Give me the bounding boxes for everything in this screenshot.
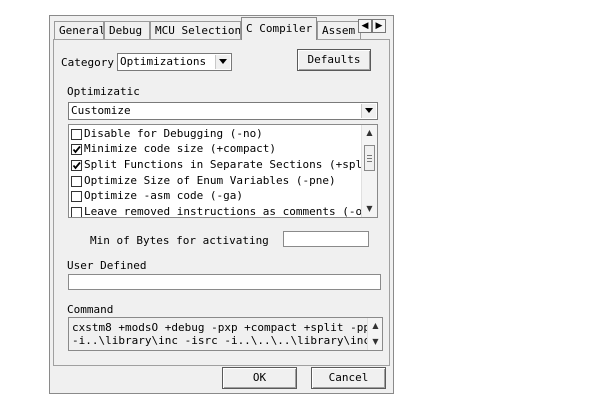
option-label: Optimize Size of Enum Variables (-pne) xyxy=(84,174,336,187)
command-line: cxstm8 +modsO +debug -pxp +compact +spli… xyxy=(72,321,383,334)
options-scrollbar[interactable]: ▲ ▼ xyxy=(361,125,377,217)
tab-mcu-selection[interactable]: MCU Selection xyxy=(150,21,241,39)
tab-c-compiler[interactable]: C Compiler xyxy=(241,17,317,40)
command-textarea[interactable]: cxstm8 +modsO +debug -pxp +compact +spli… xyxy=(68,317,383,351)
optimizations-value: Customize xyxy=(71,104,131,117)
option-label: Split Functions in Separate Sections (+s… xyxy=(84,158,378,171)
chevron-left-icon: ◀ xyxy=(361,21,369,31)
min-bytes-input[interactable] xyxy=(283,231,369,247)
option-checkbox[interactable] xyxy=(71,144,82,155)
optimizations-label: Optimizatic xyxy=(67,85,140,98)
c-compiler-page: Category Optimizations Defaults Optimiza… xyxy=(53,39,390,366)
checkmark-icon xyxy=(72,145,81,154)
scroll-down-icon[interactable]: ▼ xyxy=(362,202,377,216)
option-label: Disable for Debugging (-no) xyxy=(84,127,263,140)
tab-general[interactable]: General xyxy=(54,21,104,39)
option-label: Leave removed instructions as comments (… xyxy=(84,205,376,218)
category-label: Category xyxy=(61,56,114,69)
command-scrollbar[interactable]: ▲ ▼ xyxy=(367,318,382,350)
checkmark-icon xyxy=(72,161,81,170)
scroll-up-icon[interactable]: ▲ xyxy=(368,319,382,333)
option-label: Optimize -asm code (-ga) xyxy=(84,189,243,202)
option-checkbox[interactable] xyxy=(71,129,82,140)
option-checkbox[interactable] xyxy=(71,176,82,187)
defaults-button[interactable]: Defaults xyxy=(297,49,371,71)
category-value: Optimizations xyxy=(120,55,207,68)
ok-button[interactable]: OK xyxy=(222,367,297,389)
compiler-options-dialog: General Debug MCU Selection C Compiler A… xyxy=(49,15,394,394)
tab-strip: General Debug MCU Selection C Compiler A… xyxy=(50,16,395,40)
category-select[interactable]: Optimizations xyxy=(117,53,232,71)
tab-scroll-right-button[interactable]: ▶ xyxy=(372,19,386,33)
option-checkbox[interactable] xyxy=(71,191,82,202)
scrollbar-thumb[interactable] xyxy=(364,145,375,171)
scroll-down-icon[interactable]: ▼ xyxy=(368,335,382,349)
user-defined-label: User Defined xyxy=(67,259,147,272)
option-checkbox[interactable] xyxy=(71,160,82,171)
tab-scroll-left-button[interactable]: ◀ xyxy=(358,19,372,33)
option-label: Minimize code size (+compact) xyxy=(84,142,277,155)
command-label: Command xyxy=(67,303,114,316)
chevron-right-icon: ▶ xyxy=(375,21,383,31)
command-line: -i..\library\inc -isrc -i..\..\..\librar… xyxy=(72,334,383,347)
chevron-down-icon xyxy=(361,104,376,118)
scroll-up-icon[interactable]: ▲ xyxy=(362,126,377,140)
optimizations-select[interactable]: Customize xyxy=(68,102,378,120)
chevron-down-icon xyxy=(215,55,230,69)
cancel-button[interactable]: Cancel xyxy=(311,367,386,389)
tab-assembler[interactable]: Assem xyxy=(317,21,361,39)
option-checkbox[interactable] xyxy=(71,207,82,217)
user-defined-input[interactable] xyxy=(68,274,381,290)
tab-debug[interactable]: Debug xyxy=(104,21,150,39)
min-bytes-label: Min of Bytes for activating xyxy=(90,234,269,247)
optimization-options-list: Disable for Debugging (-no) Minimize code… xyxy=(68,124,378,218)
